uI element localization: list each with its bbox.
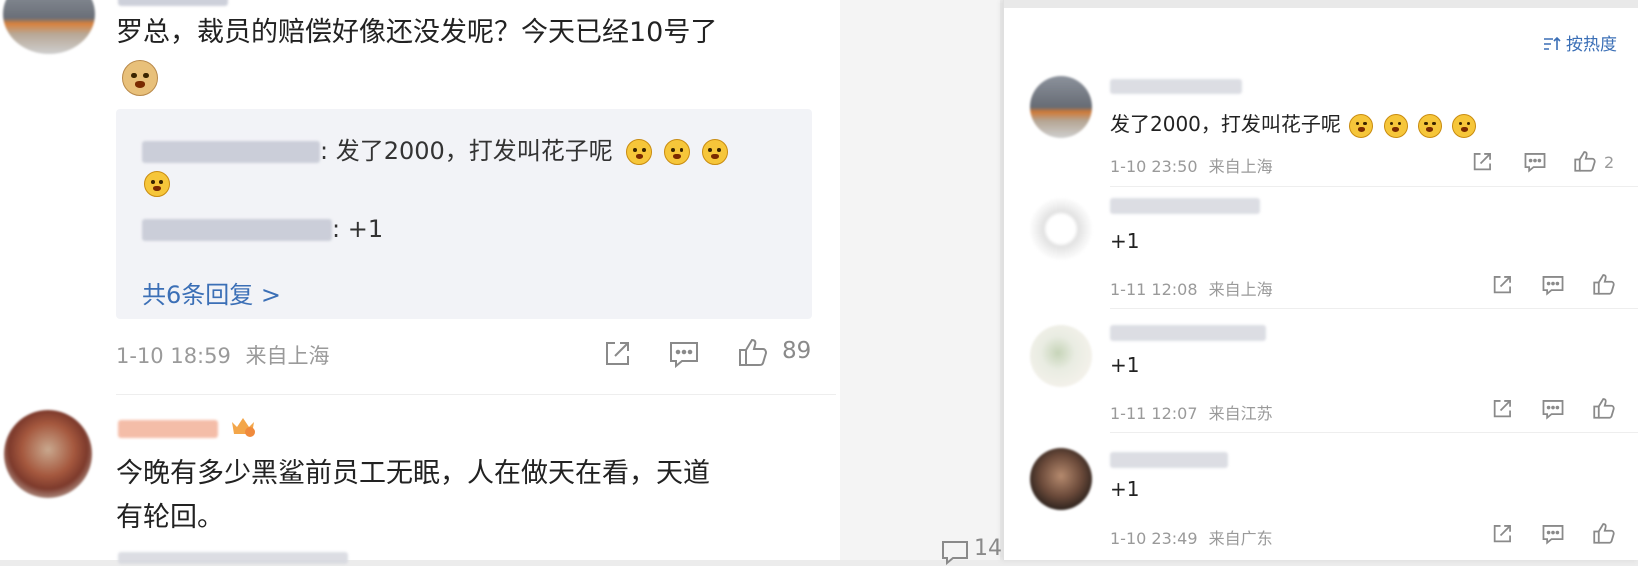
angry-emoji — [664, 139, 691, 165]
comment-meta-cut — [118, 552, 348, 564]
sort-by-hot-button[interactable]: 按热度 — [1543, 30, 1617, 55]
angry-emoji — [701, 139, 728, 165]
reply-comment: +1 1-11 12:07 来自江苏 — [1004, 313, 1638, 433]
reply-text: +1 — [1110, 353, 1140, 377]
angry-emoji — [1383, 113, 1408, 138]
username-blurred[interactable] — [1110, 325, 1266, 341]
username-blurred[interactable] — [118, 0, 228, 6]
reply-time: 1-10 23:50 — [1110, 157, 1198, 176]
reply-meta: 1-10 23:50 来自上海 — [1110, 153, 1273, 177]
reply-time: 1-11 12:08 — [1110, 280, 1198, 299]
comment-icon[interactable] — [1523, 151, 1547, 173]
divider — [1110, 432, 1638, 433]
angry-emoji — [1417, 113, 1442, 138]
reply-meta: 1-11 12:07 来自江苏 — [1110, 400, 1273, 424]
share-icon[interactable] — [602, 339, 632, 369]
share-icon[interactable] — [1491, 274, 1513, 296]
user-avatar[interactable] — [1030, 448, 1092, 510]
share-icon[interactable] — [1471, 151, 1493, 173]
thumbs-up-icon[interactable] — [1592, 272, 1616, 296]
divider — [116, 394, 836, 395]
reply-item[interactable]: : +1 — [142, 215, 383, 243]
comment-icon[interactable] — [1541, 523, 1565, 545]
user-avatar[interactable] — [3, 0, 95, 54]
reply-text: +1 — [1110, 477, 1140, 501]
reply-location: 来自江苏 — [1208, 404, 1273, 423]
comment-icon[interactable] — [668, 339, 700, 369]
panel-top-bar — [1004, 0, 1638, 8]
like-count: 89 — [782, 338, 812, 364]
vip-crown-icon — [230, 414, 256, 438]
thumbs-up-icon[interactable] — [1573, 149, 1597, 173]
user-avatar[interactable] — [1030, 198, 1092, 260]
divider — [1110, 186, 1638, 187]
user-avatar[interactable] — [1030, 325, 1092, 387]
thumbs-up-icon[interactable] — [1592, 396, 1616, 420]
reply-item[interactable]: : 发了2000，打发叫花子呢 — [142, 131, 728, 166]
username-blurred[interactable] — [1110, 79, 1242, 94]
background-feed-gap: 14 — [840, 0, 1002, 566]
sort-label: 按热度 — [1566, 35, 1617, 55]
comment-icon[interactable] — [1541, 274, 1565, 296]
angry-emoji — [1452, 113, 1477, 138]
comment-icon[interactable] — [1541, 398, 1565, 420]
reply-meta: 1-11 12:08 来自上海 — [1110, 276, 1273, 300]
reply-meta: 1-10 23:49 来自广东 — [1110, 525, 1273, 549]
reply-location: 来自广东 — [1208, 529, 1273, 548]
reply-location: 来自上海 — [1208, 280, 1273, 299]
user-avatar[interactable] — [1030, 76, 1092, 138]
reply-comment: +1 1-10 23:49 来自广东 — [1004, 440, 1638, 550]
comment-count: 14 — [974, 536, 1002, 561]
reply-time: 1-11 12:07 — [1110, 404, 1198, 423]
comment-time: 1-10 18:59 — [116, 344, 231, 368]
reply-preview-box[interactable]: : 发了2000，打发叫花子呢 : +1 共6条回复 > — [116, 109, 812, 319]
reply-username-blurred — [142, 141, 320, 163]
view-all-replies-link[interactable]: 共6条回复 > — [142, 275, 281, 310]
username-blurred[interactable] — [118, 420, 218, 438]
comment-text: 有轮回。 — [116, 502, 224, 533]
share-icon[interactable] — [1491, 523, 1513, 545]
comment-text: 罗总，裁员的赔偿好像还没发呢？今天已经10号了 — [116, 17, 718, 48]
comment-feed-left: 罗总，裁员的赔偿好像还没发呢？今天已经10号了 : 发了2000，打发叫花子呢 … — [0, 0, 840, 564]
angry-emoji — [626, 139, 653, 165]
thumbs-up-icon[interactable] — [1592, 521, 1616, 545]
thumbs-up-icon[interactable] — [737, 336, 769, 368]
divider — [1110, 308, 1638, 309]
username-blurred[interactable] — [1110, 198, 1260, 214]
reply-username-blurred — [142, 219, 332, 241]
reply-comment: 发了2000，打发叫花子呢 1-10 23:50 来自上海 2 — [1004, 70, 1638, 187]
reply-text: 发了2000，打发叫花子呢 — [1110, 108, 1477, 138]
replies-panel: 按热度 发了2000，打发叫花子呢 1-10 23:50 来自上海 2 +1 1… — [1003, 0, 1638, 560]
angry-emoji — [144, 171, 170, 197]
comment-location: 来自上海 — [245, 344, 330, 368]
reply-time: 1-10 23:49 — [1110, 529, 1198, 548]
username-blurred[interactable] — [1110, 452, 1228, 468]
comment-meta: 1-10 18:59 来自上海 — [116, 340, 330, 370]
like-count: 2 — [1604, 153, 1615, 172]
share-icon[interactable] — [1491, 398, 1513, 420]
sort-icon — [1543, 36, 1561, 50]
reply-location: 来自上海 — [1208, 157, 1273, 176]
user-avatar[interactable] — [4, 410, 92, 498]
angry-emoji — [1349, 113, 1374, 138]
reply-text: +1 — [1110, 229, 1140, 253]
reply-comment: +1 1-11 12:08 来自上海 — [1004, 188, 1638, 309]
comment-text: 今晚有多少黑鲨前员工无眠，人在做天在看，天道 — [116, 458, 710, 489]
reply-text: : +1 — [332, 215, 384, 243]
reply-text: : 发了2000，打发叫花子呢 — [320, 137, 613, 165]
doge-emoji — [122, 60, 158, 96]
comment-icon[interactable] — [940, 538, 970, 566]
